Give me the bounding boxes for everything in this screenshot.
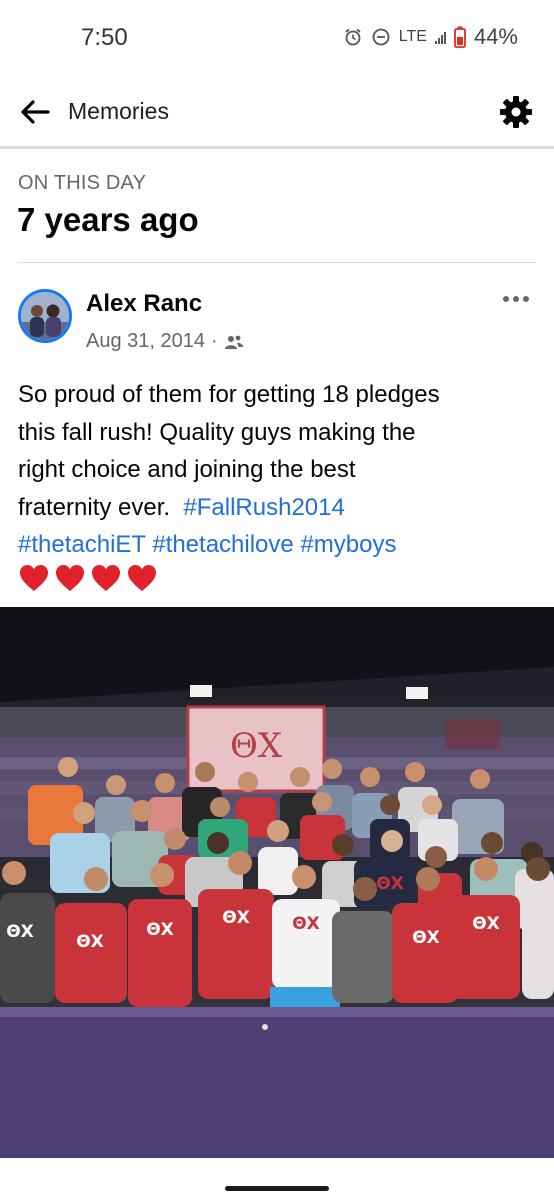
heart-icon	[128, 565, 156, 591]
group-photo: ΘX ΘX ΘX ΘX ΘX ΘX ΘX ΘX ΘX	[0, 607, 554, 1158]
signal-icon	[434, 30, 446, 44]
app-header: Memories	[0, 76, 554, 148]
network-type: LTE	[398, 28, 427, 45]
on-this-day-label: ON THIS DAY	[18, 172, 147, 194]
avatar[interactable]	[18, 289, 72, 343]
svg-text:ΘX: ΘX	[6, 922, 34, 942]
page-title: Memories	[68, 98, 169, 124]
post-text-line: So proud of them for getting 18 pledges	[18, 381, 440, 408]
svg-text:ΘX: ΘX	[76, 932, 104, 952]
post-text-line: this fall rush! Quality guys making the	[18, 418, 416, 446]
svg-text:ΘX: ΘX	[472, 914, 500, 934]
svg-text:ΘX: ΘX	[412, 928, 440, 948]
post-date[interactable]: Aug 31, 2014	[86, 330, 205, 353]
battery-icon	[454, 26, 466, 48]
banner-text: ΘX	[230, 726, 283, 766]
avatar-photo	[21, 292, 69, 340]
heart-icon	[56, 565, 84, 591]
more-options-icon[interactable]	[501, 293, 531, 305]
heart-icon	[20, 565, 48, 591]
home-gesture-bar[interactable]	[225, 1186, 329, 1191]
battery-percent: 44%	[473, 24, 518, 49]
status-time: 7:50	[81, 24, 128, 51]
post-author[interactable]: Alex Ranc	[86, 290, 202, 318]
heart-emojis	[18, 562, 158, 594]
post-text-fragment: fraternity ever.	[18, 493, 177, 521]
heart-icon	[92, 565, 120, 591]
friends-icon	[224, 335, 243, 349]
status-bar: 7:50 LTE 44%	[0, 0, 554, 76]
header-divider	[0, 146, 554, 149]
do-not-disturb-icon	[372, 28, 390, 46]
section-divider	[18, 262, 536, 263]
hashtag-link[interactable]: #thetachilove	[152, 531, 293, 558]
alarm-icon	[345, 28, 361, 46]
gear-icon[interactable]	[498, 94, 534, 130]
post-meta: Aug 31, 2014 ·	[86, 330, 244, 353]
hashtag-link[interactable]: #thetachiET	[18, 531, 146, 558]
hashtag-link[interactable]: #FallRush2014	[183, 494, 344, 521]
svg-text:ΘX: ΘX	[146, 920, 174, 940]
back-arrow-icon[interactable]	[18, 95, 52, 129]
post-text-line: fraternity ever. #FallRush2014	[18, 489, 543, 527]
meta-separator: ·	[211, 330, 218, 352]
svg-text:ΘX: ΘX	[292, 914, 320, 934]
post-text-line: #thetachiET #thetachilove #myboys	[18, 526, 543, 564]
svg-text:ΘX: ΘX	[376, 874, 404, 894]
purple-wall	[0, 1012, 554, 1158]
hashtag-link[interactable]: #myboys	[300, 531, 396, 558]
post-text-line: right choice and joining the best	[18, 456, 356, 483]
svg-text:ΘX: ΘX	[222, 908, 250, 928]
post-text: So proud of them for getting 18 pledges …	[18, 376, 543, 564]
navigation-bar	[0, 1158, 554, 1200]
years-ago-heading: 7 years ago	[17, 201, 199, 238]
post-photo[interactable]: ΘX ΘX ΘX ΘX ΘX ΘX ΘX ΘX ΘX	[0, 607, 554, 1158]
status-icons: LTE 44%	[343, 24, 518, 50]
